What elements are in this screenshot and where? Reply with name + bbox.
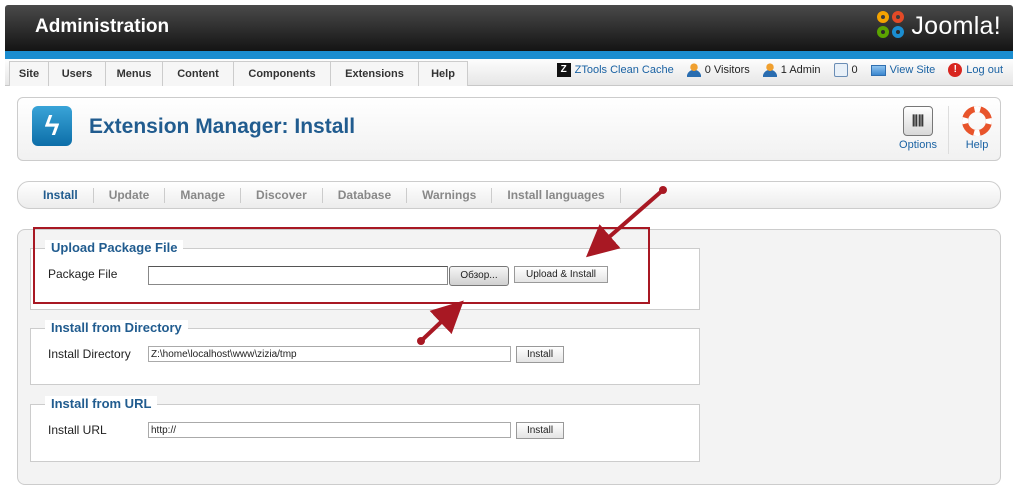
arrow-to-upload-button [585,188,665,258]
arrow-to-browse-button [419,300,464,343]
annotation-arrows [417,186,667,345]
